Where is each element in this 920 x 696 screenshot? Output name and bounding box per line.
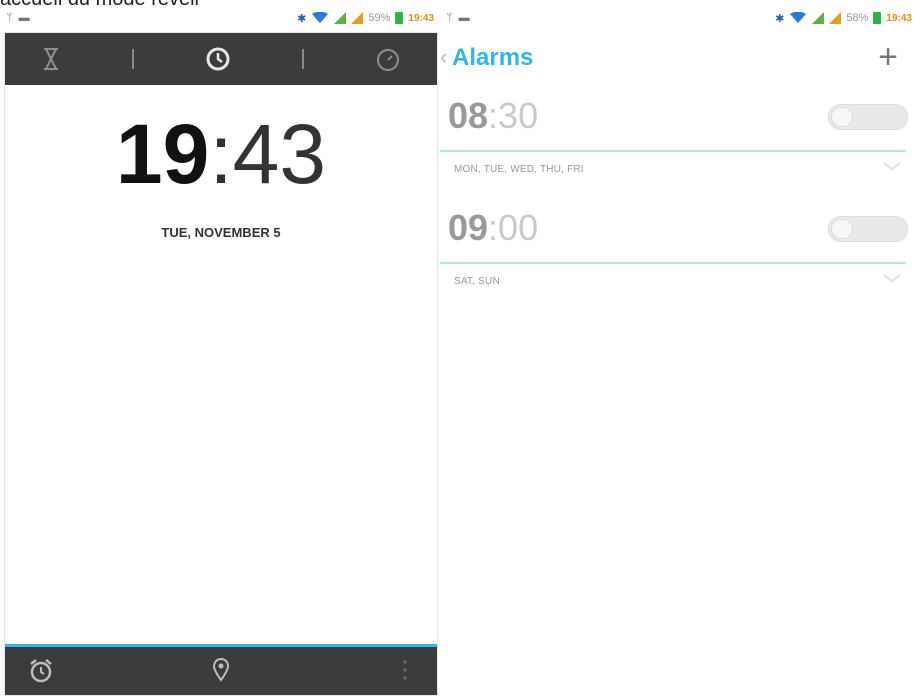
usb-icon: ᛘ bbox=[446, 12, 453, 24]
status-bar-left: ᛘ ▬ ✱ 59% 19:43 bbox=[6, 6, 434, 30]
chevron-down-icon[interactable] bbox=[882, 160, 902, 172]
page-title[interactable]: Alarms bbox=[452, 44, 533, 72]
action-bar: ‹ Alarms + bbox=[440, 32, 918, 84]
alarm-minutes: :30 bbox=[488, 95, 539, 136]
current-time-separator: : bbox=[209, 107, 233, 201]
clock-icon[interactable] bbox=[205, 46, 231, 72]
wifi-icon bbox=[790, 12, 807, 23]
notification-icon: ▬ bbox=[458, 12, 470, 24]
alarm-toggle[interactable] bbox=[828, 104, 908, 130]
alarm-time[interactable]: 08:30 bbox=[448, 96, 538, 136]
battery-icon bbox=[395, 12, 404, 24]
alarm-hours: 08 bbox=[448, 95, 489, 136]
battery-icon bbox=[873, 12, 882, 24]
toggle-knob bbox=[831, 107, 853, 127]
current-time: 19:43 bbox=[5, 109, 437, 199]
hourglass-icon[interactable] bbox=[41, 47, 61, 71]
current-time-hours: 19 bbox=[115, 107, 210, 201]
alarm-clock-icon[interactable] bbox=[27, 657, 55, 685]
clock-tab-bar bbox=[5, 33, 437, 85]
location-pin-icon[interactable] bbox=[211, 657, 231, 683]
alarm-days: SAT, SUN bbox=[454, 276, 500, 287]
alarm-days: MON, TUE, WED, THU, FRI bbox=[454, 164, 584, 175]
plus-icon[interactable]: + bbox=[878, 38, 898, 77]
toggle-knob bbox=[831, 219, 853, 239]
signal-icon bbox=[812, 12, 825, 24]
battery-percent: 58% bbox=[846, 12, 869, 24]
alarm-hours: 09 bbox=[448, 207, 489, 248]
bluetooth-icon: ✱ bbox=[297, 12, 307, 25]
signal-icon bbox=[334, 12, 347, 24]
current-time-minutes: 43 bbox=[232, 107, 327, 201]
alarm-item[interactable]: 09:00 SAT, SUN bbox=[440, 208, 918, 318]
divider bbox=[440, 262, 906, 264]
overflow-menu-icon[interactable] bbox=[401, 657, 409, 683]
alarm-minutes: :00 bbox=[488, 207, 539, 248]
alarm-toggle[interactable] bbox=[828, 216, 908, 242]
tab-divider bbox=[131, 49, 134, 69]
divider bbox=[440, 150, 906, 152]
chevron-down-icon[interactable] bbox=[882, 272, 902, 284]
status-time: 19:43 bbox=[886, 12, 912, 24]
signal-icon-2 bbox=[829, 12, 842, 24]
clock-screen: 19:43 TUE, NOVEMBER 5 bbox=[4, 32, 438, 696]
alarm-item[interactable]: 08:30 MON, TUE, WED, THU, FRI bbox=[440, 96, 918, 206]
stopwatch-icon[interactable] bbox=[375, 46, 401, 72]
current-date: TUE, NOVEMBER 5 bbox=[161, 225, 281, 240]
clock-bottom-bar bbox=[5, 644, 437, 695]
status-time: 19:43 bbox=[408, 12, 434, 24]
alarms-screen: ‹ Alarms + 08:30 MON, TUE, WED, THU, FRI… bbox=[440, 32, 918, 694]
bluetooth-icon: ✱ bbox=[775, 12, 785, 25]
notification-icon: ▬ bbox=[18, 12, 30, 24]
alarm-time[interactable]: 09:00 bbox=[448, 208, 538, 248]
wifi-icon bbox=[312, 12, 329, 23]
signal-icon-2 bbox=[351, 12, 364, 24]
usb-icon: ᛘ bbox=[6, 12, 13, 24]
tab-divider bbox=[302, 49, 305, 69]
status-bar-right: ᛘ ▬ ✱ 58% 19:43 bbox=[446, 6, 912, 30]
back-chevron-icon[interactable]: ‹ bbox=[440, 44, 447, 70]
battery-percent: 59% bbox=[368, 12, 391, 24]
